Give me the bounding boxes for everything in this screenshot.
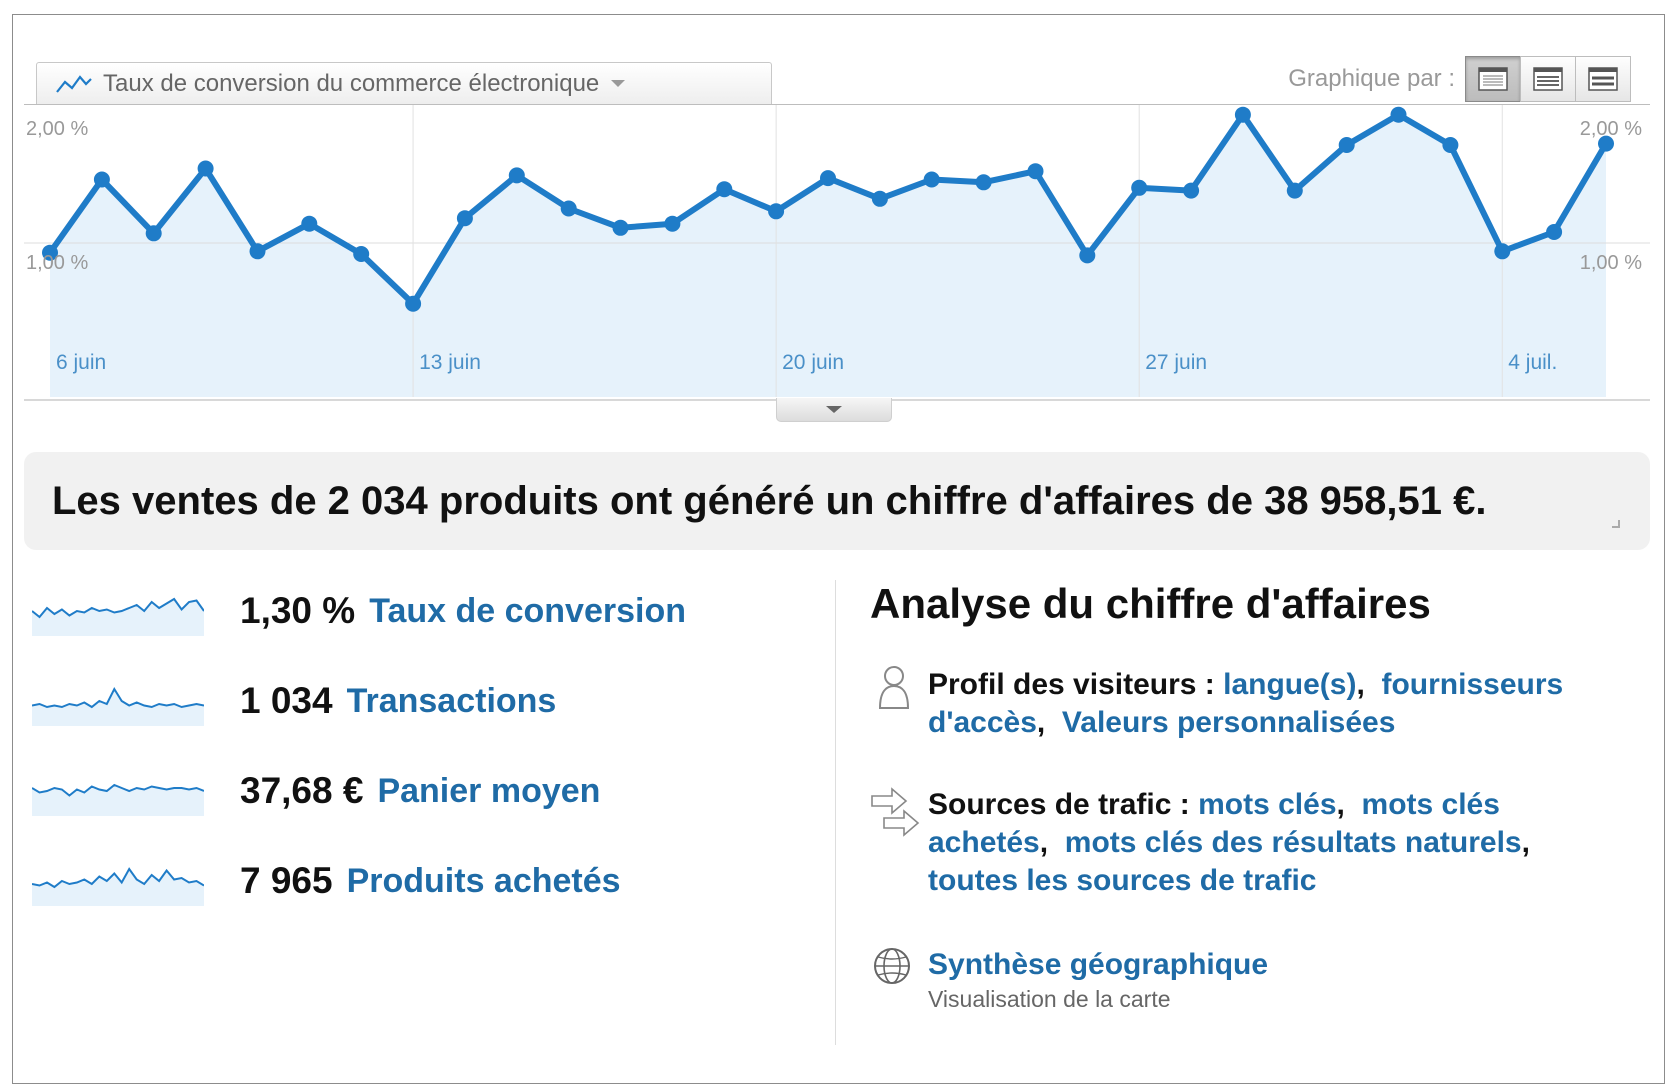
data-point	[975, 174, 992, 191]
metric-link-transactions[interactable]: Transactions	[347, 682, 557, 721]
link-custom-values[interactable]: Valeurs personnalisées	[1062, 706, 1396, 739]
data-point	[716, 181, 733, 198]
x-tick-label: 6 juin	[56, 351, 106, 374]
conversion-rate-chart-svg: 2,00 % 2,00 % 1,00 % 1,00 % 6 juin 13 juin 20 …	[24, 105, 1650, 397]
data-point	[664, 215, 681, 232]
visitor-profile-label: Profil des visiteurs :	[928, 668, 1215, 701]
sales-summary-banner: Les ventes de 2 034 produits ont généré …	[24, 452, 1650, 550]
data-point	[249, 243, 266, 260]
metric-selector-label: Taux de conversion du commerce électroni…	[103, 69, 600, 97]
metric-link-conversion[interactable]: Taux de conversion	[369, 592, 686, 631]
metric-value: 37,68 €	[240, 770, 364, 811]
x-tick-label: 13 juin	[419, 351, 481, 374]
data-point	[1183, 182, 1200, 199]
y-tick-label-left: 2,00 %	[26, 118, 88, 140]
globe-icon	[874, 948, 910, 984]
revenue-analysis-title: Analyse du chiffre d'affaires	[870, 580, 1431, 627]
data-point	[923, 171, 940, 188]
data-point	[1546, 224, 1563, 240]
week-view-icon	[1533, 67, 1563, 91]
collapse-chart-handle[interactable]	[776, 398, 892, 422]
data-point	[353, 246, 370, 262]
data-point	[1131, 179, 1148, 196]
data-point	[1079, 247, 1096, 264]
graph-by-label: Graphique par :	[1288, 65, 1455, 92]
link-languages[interactable]: langue(s)	[1223, 668, 1356, 701]
data-point	[197, 160, 214, 177]
data-point	[1338, 137, 1355, 153]
metric-value: 7 965	[240, 860, 333, 901]
traffic-sources-block: Sources de trafic : mots clés, mots clés…	[928, 788, 1530, 897]
data-point	[456, 210, 473, 227]
metric-value: 1,30 %	[240, 590, 356, 631]
sparkline-conversion	[32, 597, 204, 636]
resize-grip	[1612, 520, 1620, 528]
x-tick-label: 27 juin	[1145, 351, 1207, 374]
link-keywords[interactable]: mots clés	[1198, 788, 1336, 821]
week-view-button[interactable]	[1520, 56, 1576, 102]
month-view-button[interactable]	[1575, 56, 1631, 102]
geo-summary-subtitle: Visualisation de la carte	[928, 986, 1171, 1012]
sparkline-area	[32, 869, 204, 906]
y-tick-label-left: 1,00 %	[26, 252, 88, 274]
month-view-icon	[1588, 67, 1618, 91]
metric-row-transactions: 1 034 Transactions	[32, 676, 556, 726]
person-icon	[878, 666, 910, 709]
data-point	[301, 215, 318, 232]
data-point	[405, 295, 422, 312]
data-point	[1390, 106, 1407, 123]
metric-value: 1 034	[240, 680, 333, 721]
x-tick-label: 20 juin	[782, 351, 844, 374]
geo-summary-block: Synthèse géographique Visualisation de l…	[928, 946, 1628, 1014]
day-view-button[interactable]	[1465, 56, 1521, 102]
metric-link-average-basket[interactable]: Panier moyen	[377, 772, 600, 811]
data-point	[1234, 106, 1251, 123]
line-chart-icon	[56, 74, 92, 93]
day-view-icon	[1478, 67, 1508, 91]
chevron-down-icon	[611, 80, 626, 87]
sparkline-transactions	[32, 686, 204, 726]
metric-selector[interactable]: Taux de conversion du commerce électroni…	[36, 62, 772, 104]
data-point	[508, 167, 525, 184]
y-tick-label-right: 2,00 %	[1580, 118, 1642, 140]
data-point	[768, 203, 785, 220]
link-organic-keywords[interactable]: mots clés des résultats naturels	[1065, 826, 1522, 859]
column-divider	[835, 580, 836, 1045]
graph-by-controls: Graphique par :	[1288, 56, 1631, 102]
data-point	[1494, 243, 1511, 260]
traffic-sources-label: Sources de trafic :	[928, 788, 1190, 821]
arrows-icon	[871, 787, 920, 837]
metric-row-average-basket: 37,68 € Panier moyen	[32, 766, 600, 816]
link-geo-summary[interactable]: Synthèse géographique	[928, 948, 1268, 981]
metric-link-products-purchased[interactable]: Produits achetés	[347, 862, 621, 901]
data-point	[820, 170, 836, 187]
visitor-profile-block: Profil des visiteurs : langue(s), fourni…	[928, 668, 1564, 739]
metric-row-products-purchased: 7 965 Produits achetés	[32, 856, 621, 906]
data-point	[145, 225, 162, 242]
data-point	[1286, 182, 1303, 199]
chevron-down-icon	[826, 406, 842, 413]
x-tick-label: 4 juil.	[1508, 351, 1557, 374]
sparkline-average-basket	[32, 783, 204, 816]
link-all-traffic-sources[interactable]: toutes les sources de trafic	[928, 864, 1316, 897]
data-point	[871, 190, 888, 207]
data-point	[1027, 163, 1044, 180]
sales-summary-text: Les ventes de 2 034 produits ont généré …	[52, 478, 1487, 523]
data-point	[93, 171, 110, 188]
sparkline-products-purchased	[32, 867, 204, 906]
conversion-rate-chart: 2,00 % 2,00 % 1,00 % 1,00 % 6 juin 13 juin 20 …	[24, 104, 1650, 401]
data-point	[612, 219, 629, 236]
y-tick-label-right: 1,00 %	[1580, 252, 1642, 274]
metric-row-conversion: 1,30 % Taux de conversion	[32, 586, 686, 636]
data-point	[560, 200, 577, 217]
data-point	[1442, 137, 1459, 153]
